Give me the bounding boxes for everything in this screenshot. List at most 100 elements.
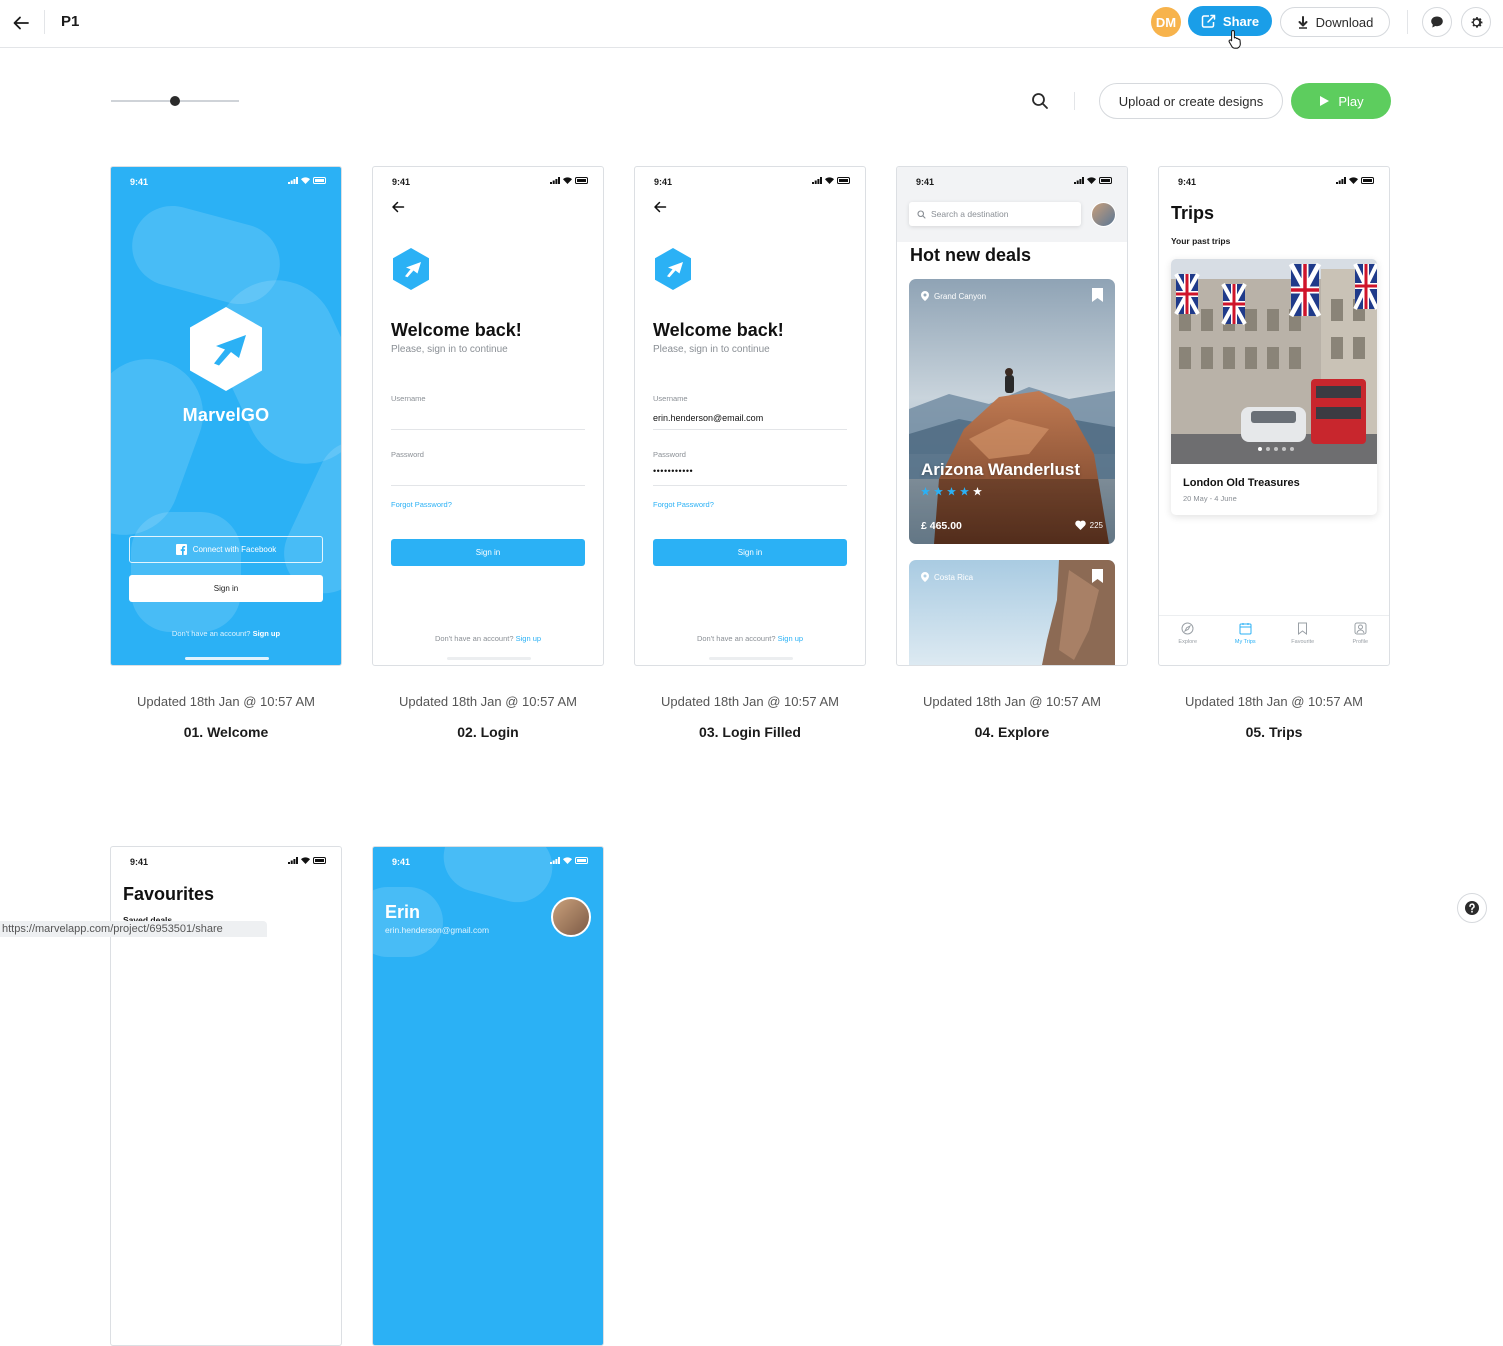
login-heading: Welcome back!: [653, 320, 784, 340]
status-bar: 9:41: [897, 167, 1127, 195]
card-title[interactable]: 04. Explore: [876, 724, 1148, 740]
marvelgo-logo-icon: [190, 307, 262, 391]
zoom-slider-handle[interactable]: [170, 96, 180, 106]
screen-thumbnail[interactable]: 9:41 Welcome back! Please, sign in to co…: [372, 166, 604, 666]
star-icon: [947, 487, 956, 496]
star-icon: [960, 487, 969, 496]
tab-favourite: Favourite: [1274, 616, 1332, 665]
signup-prompt: Don't have an account? Sign up: [696, 634, 804, 643]
bottom-tab-bar: Explore My Trips Favourite Profile: [1159, 615, 1390, 665]
login-subheading: Please, sign in to continue: [653, 344, 770, 355]
forgot-password-link: Forgot Password?: [391, 500, 452, 509]
download-button[interactable]: Download: [1280, 7, 1390, 37]
status-icons: [288, 177, 327, 184]
password-label: Password: [391, 450, 424, 459]
login-heading: Welcome back!: [391, 320, 522, 340]
trip-name: London Old Treasures: [1183, 477, 1300, 489]
gear-icon: [1471, 16, 1482, 28]
speech-bubble-icon: [1431, 16, 1443, 28]
status-bar: 9:41: [111, 847, 341, 875]
trips-subheading: Your past trips: [1171, 236, 1231, 246]
canyon-photo: [909, 279, 1115, 544]
star-icon: [934, 487, 943, 496]
status-icons: [550, 177, 589, 184]
star-icon: [973, 487, 982, 496]
sign-in-button: Sign in: [391, 539, 585, 566]
password-label: Password: [653, 450, 686, 459]
status-bar: 9:41: [373, 847, 603, 875]
screen-thumbnail[interactable]: 9:41 MarvelGO Connect with Facebook Sign…: [110, 166, 342, 666]
search-icon: [917, 209, 926, 219]
connect-facebook-button: Connect with Facebook: [129, 536, 323, 563]
password-underline: [653, 485, 847, 486]
top-bar: P1 DM Share Download: [0, 0, 1503, 49]
bookmark-icon: [1092, 569, 1103, 583]
divider: [1407, 10, 1408, 34]
screen-thumbnail[interactable]: 9:41 Erin erin.henderson@gmail.com: [372, 846, 604, 1346]
user-avatar[interactable]: DM: [1151, 7, 1181, 37]
comments-button[interactable]: [1422, 7, 1452, 37]
password-underline: [391, 485, 585, 486]
profile-icon: [1354, 622, 1367, 635]
username-label: Username: [391, 394, 426, 403]
card-title[interactable]: 01. Welcome: [90, 724, 362, 740]
project-title: P1: [61, 13, 80, 30]
card-title[interactable]: 05. Trips: [1138, 724, 1410, 740]
brand-name: MarvelGO: [182, 405, 270, 425]
trips-heading: Trips: [1171, 203, 1215, 223]
rating-stars: [921, 487, 982, 496]
card-updated-time: Updated 18th Jan @ 10:57 AM: [1185, 694, 1363, 709]
arrow-left-icon: [654, 201, 667, 213]
upload-designs-button[interactable]: Upload or create designs: [1099, 83, 1283, 119]
forgot-password-link: Forgot Password?: [653, 500, 714, 509]
star-icon: [921, 487, 930, 496]
play-button[interactable]: Play: [1291, 83, 1391, 119]
password-value: •••••••••••: [653, 466, 694, 476]
search-icon: [1032, 93, 1048, 109]
home-indicator: [709, 657, 793, 660]
card-updated-time: Updated 18th Jan @ 10:57 AM: [923, 694, 1101, 709]
screen-thumbnail[interactable]: 9:41 Search a destination Hot new deals: [896, 166, 1128, 666]
share-button[interactable]: Share: [1188, 6, 1272, 36]
signup-prompt: Don't have an account? Sign up: [171, 629, 281, 638]
deal-price: £ 465.00: [921, 520, 962, 532]
divider: [44, 10, 45, 34]
favourites-heading: Favourites: [123, 884, 215, 904]
status-icons: [288, 857, 327, 864]
deal-card: Costa Rica: [909, 560, 1115, 665]
play-label: Play: [1338, 93, 1364, 109]
card-updated-time: Updated 18th Jan @ 10:57 AM: [137, 694, 315, 709]
home-indicator: [447, 657, 531, 660]
location-pin-icon: [921, 572, 929, 582]
divider: [1074, 92, 1075, 110]
username-underline: [653, 429, 847, 430]
download-label: Download: [1315, 14, 1374, 30]
hot-deals-heading: Hot new deals: [910, 245, 1032, 265]
share-icon: [1201, 14, 1216, 28]
back-button[interactable]: [8, 10, 34, 36]
status-icons: [812, 177, 851, 184]
link-preview-url: https://marvelapp.com/project/6953501/sh…: [0, 921, 267, 937]
profile-email: erin.henderson@gmail.com: [385, 925, 490, 935]
help-button[interactable]: [1457, 893, 1487, 923]
screen-thumbnail[interactable]: 9:41 Trips Your past trips London Old Tr…: [1158, 166, 1390, 666]
deal-location: Costa Rica: [921, 572, 973, 582]
deal-name: Arizona Wanderlust: [921, 460, 1080, 479]
username-value: erin.henderson@email.com: [653, 413, 764, 423]
settings-button[interactable]: [1461, 7, 1491, 37]
card-title[interactable]: 03. Login Filled: [614, 724, 886, 740]
tab-profile: Profile: [1332, 616, 1390, 665]
status-bar: 9:41: [635, 167, 865, 195]
search-button[interactable]: [1028, 89, 1052, 113]
marvelgo-logo-icon: [393, 248, 429, 290]
status-icons: [1336, 177, 1375, 184]
destination-search: Search a destination: [909, 202, 1081, 226]
username-underline: [391, 429, 585, 430]
card-title[interactable]: 02. Login: [352, 724, 624, 740]
question-mark-icon: [1465, 901, 1479, 915]
trip-dates: 20 May - 4 June: [1183, 494, 1237, 503]
deal-card: Grand Canyon Arizona Wanderlust £ 465.00…: [909, 279, 1115, 544]
screen-thumbnail[interactable]: 9:41 Welcome back! Please, sign in to co…: [634, 166, 866, 666]
bookmark-icon: [1092, 288, 1103, 302]
bookmark-icon: [1298, 622, 1308, 635]
